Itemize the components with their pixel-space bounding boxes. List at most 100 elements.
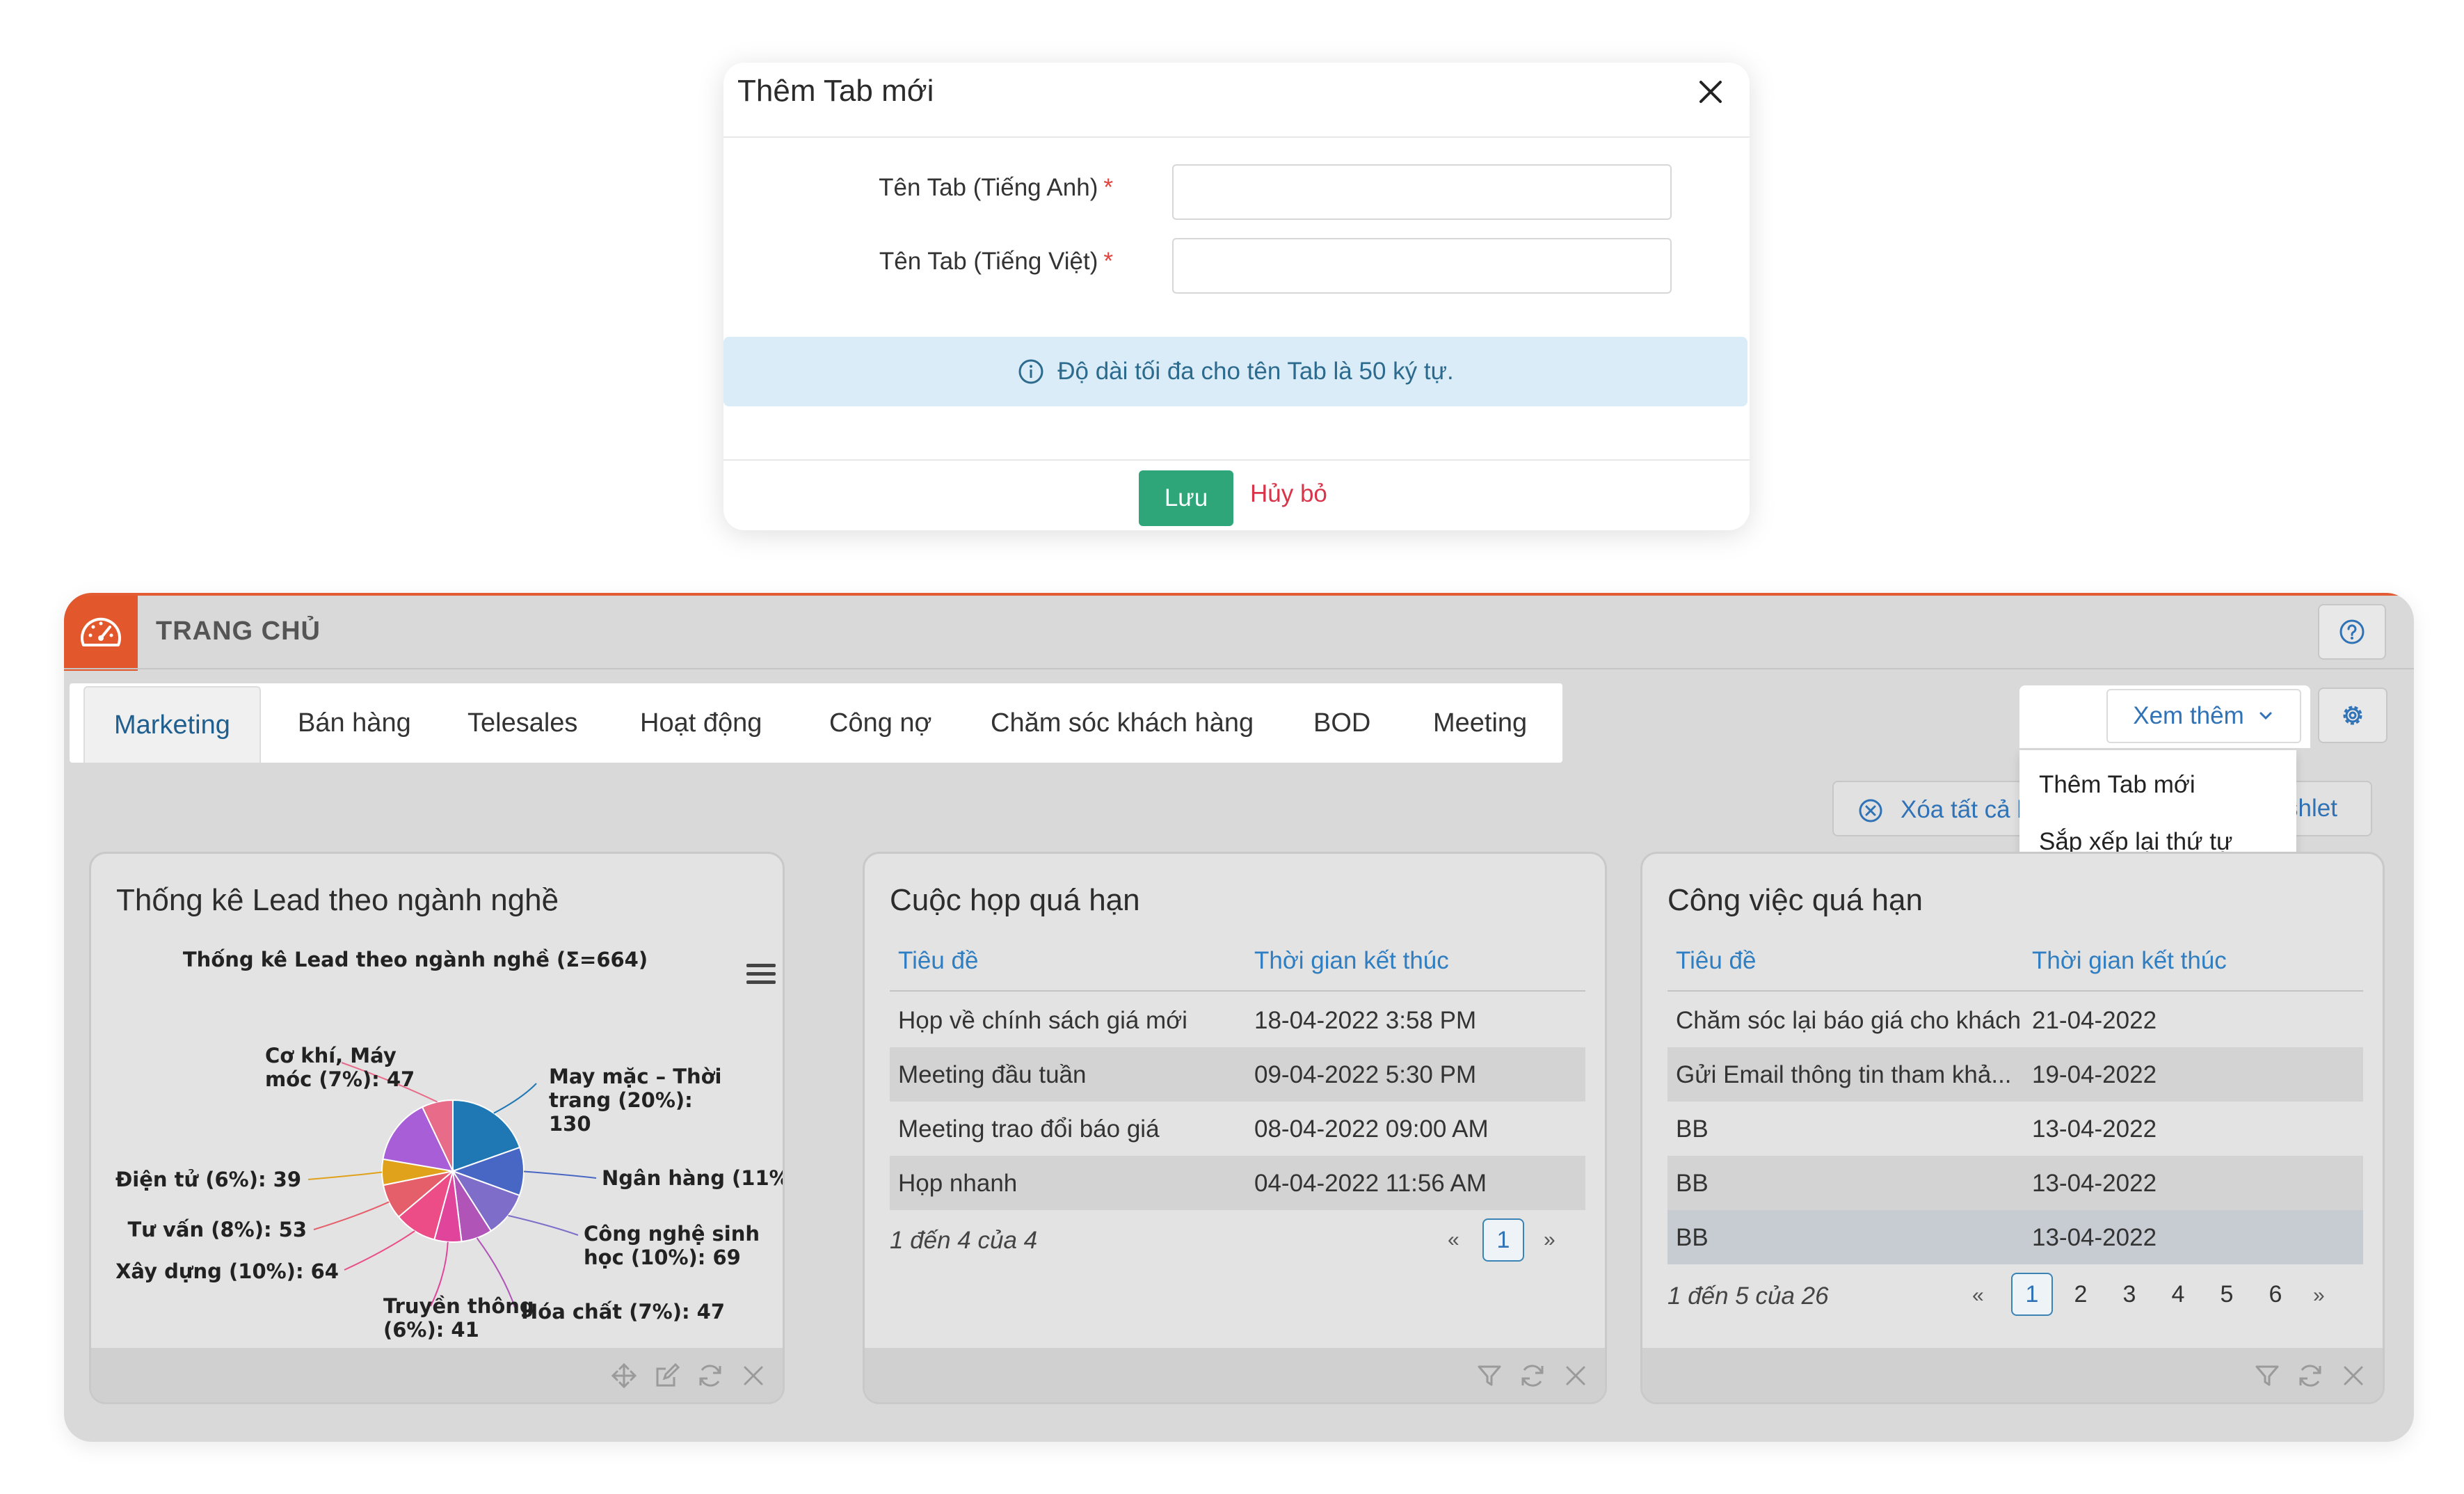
dashlet-title: Cuộc họp quá hạn <box>890 883 1140 917</box>
pie-label-2: Công nghệ sinh học (10%): 69 <box>584 1222 760 1269</box>
tab-bod[interactable]: BOD <box>1313 683 1370 763</box>
close-icon[interactable] <box>2339 1362 2367 1390</box>
header-accent-line <box>64 593 2414 596</box>
column-header-end-time[interactable]: Thời gian kết thúc <box>2032 947 2227 975</box>
row-title[interactable]: BB <box>1676 1224 2028 1252</box>
table-row[interactable]: Họp nhanh 04-04-2022 11:56 AM <box>890 1156 1585 1210</box>
info-text: Độ dài tối đa cho tên Tab là 50 ký tự. <box>1057 358 1454 385</box>
row-end-time: 09-04-2022 5:30 PM <box>1254 1061 1477 1088</box>
help-button[interactable] <box>2318 604 2386 660</box>
tab-meeting[interactable]: Meeting <box>1433 683 1527 763</box>
pie-label-6: Tư vấn (8%): 53 <box>127 1218 307 1241</box>
menu-item-add-tab[interactable]: Thêm Tab mới <box>2039 771 2195 799</box>
pie-connector-0 <box>493 1083 537 1114</box>
refresh-icon[interactable] <box>1519 1362 1546 1390</box>
dashboard-logo <box>64 596 138 671</box>
pagination-summary: 1 đến 5 của 26 <box>1667 1282 1829 1310</box>
tab-name-vi-label: Tên Tab (Tiếng Việt) * <box>879 248 1113 275</box>
tab-name-vi-input[interactable] <box>1172 238 1672 294</box>
pagination-prev[interactable]: « <box>1448 1228 1459 1252</box>
tab-hoat-dong[interactable]: Hoạt động <box>640 683 762 763</box>
chart-menu-icon[interactable] <box>746 964 776 984</box>
pagination-page-3[interactable]: 3 <box>2109 1273 2150 1316</box>
row-title[interactable]: BB <box>1676 1170 2028 1198</box>
row-end-time: 18-04-2022 3:58 PM <box>1254 1007 1477 1034</box>
row-title[interactable]: Chăm sóc lại báo giá cho khách <box>1676 1007 2028 1035</box>
tab-marketing[interactable]: Marketing <box>83 686 261 763</box>
row-title[interactable]: Họp nhanh <box>898 1170 1246 1198</box>
dashlet-footer <box>865 1348 1605 1402</box>
row-end-time: 04-04-2022 11:56 AM <box>1254 1170 1487 1197</box>
settings-button[interactable] <box>2318 688 2387 743</box>
pie-label-7: Điện tử (6%): 39 <box>115 1168 301 1191</box>
pie-connector-6 <box>313 1201 390 1230</box>
pie-slices <box>381 1099 525 1243</box>
row-end-time: 13-04-2022 <box>2032 1224 2157 1251</box>
pie-connector-2 <box>508 1214 579 1236</box>
pagination-page-6[interactable]: 6 <box>2255 1273 2296 1316</box>
page-title: TRANG CHỦ <box>156 617 321 646</box>
column-header-title[interactable]: Tiêu đề <box>1676 947 1756 975</box>
lead-pie-chart: Thống kê Lead theo ngành nghề (Σ=664) Ma… <box>115 948 783 1342</box>
pagination-page-1[interactable]: 1 <box>2011 1273 2053 1316</box>
table-row[interactable]: BB 13-04-2022 <box>1667 1210 2363 1264</box>
pagination-prev[interactable]: « <box>1972 1284 1984 1308</box>
tab-cham-soc-khach-hang[interactable]: Chăm sóc khách hàng <box>991 683 1254 763</box>
cancel-button[interactable]: Hủy bỏ <box>1250 480 1327 508</box>
pie-label-0: May mặc – Thời trang (20%): 130 <box>549 1065 722 1136</box>
pagination-next[interactable]: » <box>1544 1228 1555 1252</box>
home-dashboard: TRANG CHỦ Marketing Bán hàng Telesales H… <box>64 593 2414 1442</box>
tab-ban-hang[interactable]: Bán hàng <box>298 683 411 763</box>
clear-all-label: Xóa tất cả l <box>1901 796 2023 823</box>
dashlet-footer <box>91 1348 783 1402</box>
row-title[interactable]: Meeting đầu tuần <box>898 1061 1246 1089</box>
save-button[interactable]: Lưu <box>1139 470 1233 526</box>
column-header-title[interactable]: Tiêu đề <box>898 947 978 975</box>
pagination-page-5[interactable]: 5 <box>2206 1273 2248 1316</box>
row-end-time: 13-04-2022 <box>2032 1170 2157 1197</box>
tab-name-en-label: Tên Tab (Tiếng Anh) * <box>879 174 1113 201</box>
close-icon[interactable] <box>1562 1362 1590 1390</box>
close-circle-icon <box>1859 799 1882 823</box>
row-title[interactable]: Gửi Email thông tin tham khả... <box>1676 1061 2028 1089</box>
row-end-time: 13-04-2022 <box>2032 1115 2157 1143</box>
table-header-divider <box>1667 990 2363 992</box>
overdue-meetings-dashlet: Cuộc họp quá hạn Tiêu đề Thời gian kết t… <box>863 852 1607 1404</box>
pie-connector-1 <box>523 1170 597 1179</box>
table-row[interactable]: Meeting đầu tuần 09-04-2022 5:30 PM <box>890 1047 1585 1102</box>
chart-title: Thống kê Lead theo ngành nghề (Σ=664) <box>183 948 648 971</box>
column-header-end-time[interactable]: Thời gian kết thúc <box>1254 947 1449 975</box>
more-button[interactable]: Xem thêm <box>2106 689 2301 743</box>
table-row[interactable]: BB 13-04-2022 <box>1667 1102 2363 1156</box>
pie-label-3: Hóa chất (7%): 47 <box>521 1300 725 1324</box>
table-row[interactable]: Gửi Email thông tin tham khả... 19-04-20… <box>1667 1047 2363 1102</box>
info-icon <box>1018 359 1043 384</box>
table-row[interactable]: Chăm sóc lại báo giá cho khách 21-04-202… <box>1667 993 2363 1047</box>
pagination-page-2[interactable]: 2 <box>2060 1273 2102 1316</box>
dashboard-tabs: Marketing Bán hàng Telesales Hoạt động C… <box>70 683 1562 763</box>
close-icon[interactable] <box>1691 72 1730 111</box>
move-icon[interactable] <box>610 1362 638 1390</box>
table-row[interactable]: Họp về chính sách giá mới 18-04-2022 3:5… <box>890 993 1585 1047</box>
filter-icon[interactable] <box>2253 1362 2281 1390</box>
edit-icon[interactable] <box>653 1362 681 1390</box>
close-icon[interactable] <box>739 1362 767 1390</box>
row-title[interactable]: BB <box>1676 1115 2028 1143</box>
gear-icon <box>2343 706 2362 725</box>
pagination-next[interactable]: » <box>2313 1284 2325 1308</box>
pagination-page-1[interactable]: 1 <box>1482 1218 1524 1262</box>
table-row[interactable]: Meeting trao đổi báo giá 08-04-2022 09:0… <box>890 1102 1585 1156</box>
row-title[interactable]: Meeting trao đổi báo giá <box>898 1115 1246 1143</box>
table-header-divider <box>890 990 1585 992</box>
filter-icon[interactable] <box>1475 1362 1503 1390</box>
tab-cong-no[interactable]: Công nợ <box>829 683 931 763</box>
pagination-page-4[interactable]: 4 <box>2157 1273 2199 1316</box>
refresh-icon[interactable] <box>696 1362 724 1390</box>
tab-name-en-input[interactable] <box>1172 164 1672 220</box>
table-row[interactable]: BB 13-04-2022 <box>1667 1156 2363 1210</box>
refresh-icon[interactable] <box>2296 1362 2324 1390</box>
tab-telesales[interactable]: Telesales <box>467 683 577 763</box>
pie-label-4: Truyền thông (6%): 41 <box>383 1294 534 1342</box>
row-title[interactable]: Họp về chính sách giá mới <box>898 1007 1246 1035</box>
dashlet-actions <box>610 1362 767 1390</box>
